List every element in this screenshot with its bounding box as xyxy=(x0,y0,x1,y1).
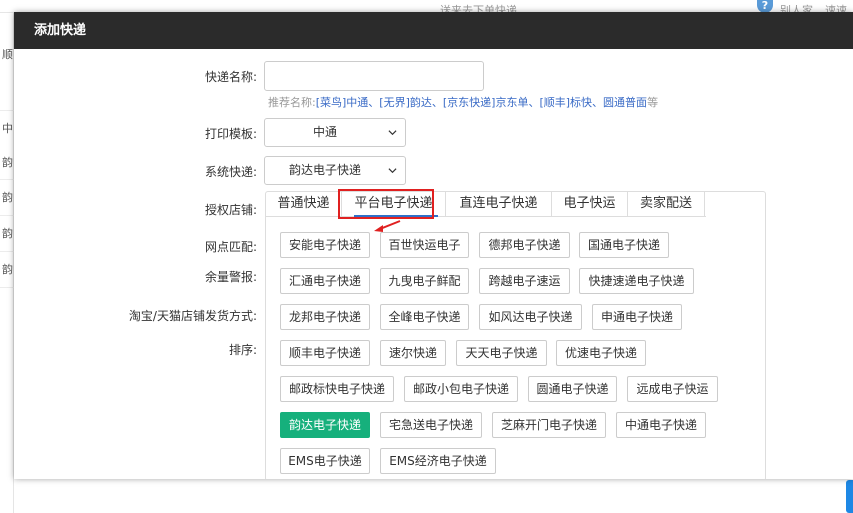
print-template-select[interactable]: 中通 xyxy=(264,118,406,147)
background-table-column: 顺 中 韵 韵 韵 韵 xyxy=(0,13,14,513)
courier-chip[interactable]: 如风达电子快递 xyxy=(479,304,582,330)
taobao-ship-label: 淘宝/天猫店铺发货方式: xyxy=(128,309,257,323)
courier-chip[interactable]: EMS经济电子快递 xyxy=(380,448,496,474)
courier-chip[interactable]: 天天电子快递 xyxy=(456,340,547,366)
courier-chip[interactable]: 快捷速递电子快递 xyxy=(579,268,694,294)
background-cell: 顺 xyxy=(2,48,13,61)
courier-chip[interactable]: 申通电子快递 xyxy=(592,304,682,330)
recommend-names: [菜鸟]中通、[无界]韵达、[京东快递]京东单、[顺丰]标快、圆通普面 xyxy=(315,96,648,109)
courier-chip[interactable]: 德邦电子快递 xyxy=(479,232,570,258)
site-match-label: 网点匹配: xyxy=(204,240,257,254)
courier-chip[interactable]: 龙邦电子快递 xyxy=(280,304,370,330)
courier-chip[interactable]: 圆通电子快递 xyxy=(528,376,617,402)
courier-chip[interactable]: 邮政小包电子快递 xyxy=(404,376,518,402)
express-name-input[interactable] xyxy=(264,61,484,91)
courier-chip[interactable]: 中通电子快递 xyxy=(616,412,706,438)
background-cell: 韵 xyxy=(2,156,13,169)
system-express-label: 系统快递: xyxy=(204,165,257,179)
sort-label: 排序: xyxy=(228,343,257,357)
courier-chip[interactable]: 百世快运电子 xyxy=(380,232,469,258)
courier-chip[interactable]: 九曳电子鲜配 xyxy=(380,268,469,294)
courier-chip[interactable]: 全峰电子快递 xyxy=(380,304,469,330)
divider xyxy=(0,287,14,288)
courier-chip[interactable]: EMS电子快递 xyxy=(280,448,370,474)
courier-chip[interactable]: 芝麻开门电子快递 xyxy=(492,412,606,438)
background-cell: 韵 xyxy=(2,263,13,276)
tab-e-freight[interactable]: 电子快运 xyxy=(552,192,628,217)
courier-chip[interactable]: 汇通电子快递 xyxy=(280,268,370,294)
chevron-down-icon xyxy=(388,130,397,136)
system-express-value: 韵达电子快递 xyxy=(288,163,361,177)
print-template-value: 中通 xyxy=(312,125,337,139)
background-cell: 中 xyxy=(2,122,13,135)
divider xyxy=(0,110,14,111)
dialog-title: 添加快递 xyxy=(14,12,853,49)
chevron-down-icon xyxy=(388,168,397,174)
courier-chip[interactable]: 速尔快递 xyxy=(380,340,446,366)
divider xyxy=(0,215,14,216)
courier-chip[interactable]: 国通电子快递 xyxy=(579,232,669,258)
background-button[interactable] xyxy=(846,480,853,513)
balance-alert-label: 余量警报: xyxy=(204,270,257,284)
arrow-annotation-icon xyxy=(374,220,401,232)
recommend-prefix: 推荐名称: xyxy=(268,96,316,109)
system-express-select[interactable]: 韵达电子快递 xyxy=(264,156,406,185)
courier-chip[interactable]: 远成电子快运 xyxy=(627,376,718,402)
divider xyxy=(0,251,14,252)
highlight-box xyxy=(338,189,434,219)
tab-bar: 普通快递 平台电子快递 直连电子快递 电子快运 卖家配送 xyxy=(266,192,706,217)
background-cell: 韵 xyxy=(2,191,13,204)
express-name-label: 快递名称: xyxy=(204,70,257,84)
courier-chip[interactable]: 顺丰电子快递 xyxy=(280,340,370,366)
recommend-hint: 推荐名称:[菜鸟]中通、[无界]韵达、[京东快递]京东单、[顺丰]标快、圆通普面… xyxy=(268,94,658,110)
courier-chip[interactable]: 邮政标快电子快递 xyxy=(280,376,394,402)
auth-store-label: 授权店铺: xyxy=(204,203,257,217)
print-template-label: 打印模板: xyxy=(204,127,257,141)
courier-chip[interactable]: 安能电子快递 xyxy=(280,232,370,258)
tab-seller-delivery[interactable]: 卖家配送 xyxy=(628,192,705,217)
divider xyxy=(0,179,14,180)
courier-chip[interactable]: 跨越电子速运 xyxy=(479,268,570,294)
courier-chip[interactable]: 优速电子快递 xyxy=(556,340,646,366)
courier-chip[interactable]: 宅急送电子快递 xyxy=(380,412,482,438)
tab-normal-express[interactable]: 普通快递 xyxy=(266,192,342,217)
courier-chip-selected[interactable]: 韵达电子快递 xyxy=(280,412,370,438)
background-cell: 韵 xyxy=(2,227,13,240)
tab-direct-e-express[interactable]: 直连电子快递 xyxy=(446,192,552,217)
recommend-suffix: 等 xyxy=(647,96,659,109)
add-express-dialog: 添加快递 快递名称: 推荐名称:[菜鸟]中通、[无界]韵达、[京东快递]京东单、… xyxy=(14,12,853,479)
